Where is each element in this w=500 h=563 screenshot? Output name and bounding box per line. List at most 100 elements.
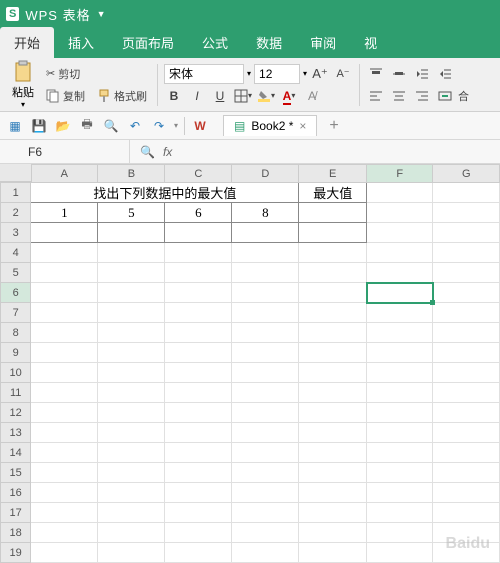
- cell-C10[interactable]: [165, 363, 232, 383]
- cell-A7[interactable]: [31, 303, 98, 323]
- menu-review[interactable]: 审阅: [296, 27, 350, 58]
- cell-A9[interactable]: [31, 343, 98, 363]
- align-middle-button[interactable]: [389, 64, 409, 84]
- format-painter-button[interactable]: 格式刷: [93, 86, 151, 106]
- cell-B7[interactable]: [98, 303, 165, 323]
- paste-button[interactable]: 粘贴▾: [6, 58, 40, 111]
- row-header-4[interactable]: 4: [1, 243, 31, 263]
- cell-G11[interactable]: [433, 383, 500, 403]
- cell-B12[interactable]: [98, 403, 165, 423]
- cell-B18[interactable]: [98, 523, 165, 543]
- cell-C9[interactable]: [165, 343, 232, 363]
- increase-font-button[interactable]: A⁺: [310, 64, 330, 84]
- cell-C7[interactable]: [165, 303, 232, 323]
- cell-G7[interactable]: [433, 303, 500, 323]
- cell-E13[interactable]: [299, 423, 367, 443]
- decrease-font-button[interactable]: A⁻: [333, 64, 353, 84]
- row-header-19[interactable]: 19: [1, 543, 31, 563]
- font-name-select[interactable]: [164, 64, 244, 84]
- border-button[interactable]: ▾: [233, 86, 253, 106]
- cell-D15[interactable]: [232, 463, 299, 483]
- align-top-button[interactable]: [366, 64, 386, 84]
- cell-A11[interactable]: [31, 383, 98, 403]
- clear-format-button[interactable]: A̸: [302, 86, 322, 106]
- cell-F5[interactable]: [367, 263, 433, 283]
- quick-more-icon[interactable]: ▾: [174, 121, 178, 130]
- underline-button[interactable]: U: [210, 86, 230, 106]
- cell-C19[interactable]: [165, 543, 232, 563]
- cell-A5[interactable]: [31, 263, 98, 283]
- row-header-5[interactable]: 5: [1, 263, 31, 283]
- cell-G4[interactable]: [433, 243, 500, 263]
- cell-F15[interactable]: [367, 463, 433, 483]
- cell-F2[interactable]: [367, 203, 433, 223]
- cell-D11[interactable]: [232, 383, 299, 403]
- cell-B6[interactable]: [98, 283, 165, 303]
- font-size-select[interactable]: [254, 64, 300, 84]
- wps-icon[interactable]: W: [191, 117, 209, 135]
- menu-insert[interactable]: 插入: [54, 27, 108, 58]
- cell-C3[interactable]: [165, 223, 232, 243]
- font-dropdown-icon[interactable]: ▾: [247, 69, 251, 78]
- row-header-6[interactable]: 6: [1, 283, 31, 303]
- new-doc-icon[interactable]: ▦: [6, 117, 24, 135]
- row-header-7[interactable]: 7: [1, 303, 31, 323]
- cell-B3[interactable]: [98, 223, 165, 243]
- cell-E12[interactable]: [299, 403, 367, 423]
- cell-F10[interactable]: [367, 363, 433, 383]
- cell-F13[interactable]: [367, 423, 433, 443]
- cell-E15[interactable]: [299, 463, 367, 483]
- cell-G13[interactable]: [433, 423, 500, 443]
- cell-D5[interactable]: [232, 263, 299, 283]
- cell-D7[interactable]: [232, 303, 299, 323]
- cell-B15[interactable]: [98, 463, 165, 483]
- cell-C17[interactable]: [165, 503, 232, 523]
- cell-A13[interactable]: [31, 423, 98, 443]
- cell-E3[interactable]: [299, 223, 367, 243]
- cell-G17[interactable]: [433, 503, 500, 523]
- cell-E8[interactable]: [299, 323, 367, 343]
- cell-E14[interactable]: [299, 443, 367, 463]
- cell-G18[interactable]: [433, 523, 500, 543]
- fill-color-button[interactable]: ▾: [256, 86, 276, 106]
- font-color-button[interactable]: A▾: [279, 86, 299, 106]
- cell-G5[interactable]: [433, 263, 500, 283]
- cell-C18[interactable]: [165, 523, 232, 543]
- italic-button[interactable]: I: [187, 86, 207, 106]
- cell-B13[interactable]: [98, 423, 165, 443]
- select-all-corner[interactable]: [0, 164, 32, 182]
- cell-A6[interactable]: [31, 283, 98, 303]
- decrease-indent-button[interactable]: [412, 64, 432, 84]
- cell-C2[interactable]: 6: [165, 203, 232, 223]
- cell-G9[interactable]: [433, 343, 500, 363]
- increase-indent-button[interactable]: [435, 64, 455, 84]
- cell-G10[interactable]: [433, 363, 500, 383]
- col-header-C[interactable]: C: [165, 165, 232, 183]
- cell-A15[interactable]: [31, 463, 98, 483]
- cell-B8[interactable]: [98, 323, 165, 343]
- cell-F3[interactable]: [367, 223, 433, 243]
- search-icon[interactable]: 🔍: [140, 145, 155, 159]
- cell-E6[interactable]: [299, 283, 367, 303]
- cell-D19[interactable]: [232, 543, 299, 563]
- spreadsheet-grid[interactable]: ABCDEFG1找出下列数据中的最大值最大值215683456789101112…: [0, 164, 500, 563]
- cell-D9[interactable]: [232, 343, 299, 363]
- cell-A17[interactable]: [31, 503, 98, 523]
- cell-C11[interactable]: [165, 383, 232, 403]
- cell-C12[interactable]: [165, 403, 232, 423]
- menu-formula[interactable]: 公式: [188, 27, 242, 58]
- col-header-E[interactable]: E: [299, 165, 367, 183]
- row-header-11[interactable]: 11: [1, 383, 31, 403]
- cell-A18[interactable]: [31, 523, 98, 543]
- cell-B5[interactable]: [98, 263, 165, 283]
- align-right-button[interactable]: [412, 86, 432, 106]
- cell-C6[interactable]: [165, 283, 232, 303]
- cell-A8[interactable]: [31, 323, 98, 343]
- cell-G6[interactable]: [433, 283, 500, 303]
- col-header-G[interactable]: G: [433, 165, 500, 183]
- cell-B19[interactable]: [98, 543, 165, 563]
- cell-D3[interactable]: [232, 223, 299, 243]
- row-header-18[interactable]: 18: [1, 523, 31, 543]
- cell-F11[interactable]: [367, 383, 433, 403]
- cell-D16[interactable]: [232, 483, 299, 503]
